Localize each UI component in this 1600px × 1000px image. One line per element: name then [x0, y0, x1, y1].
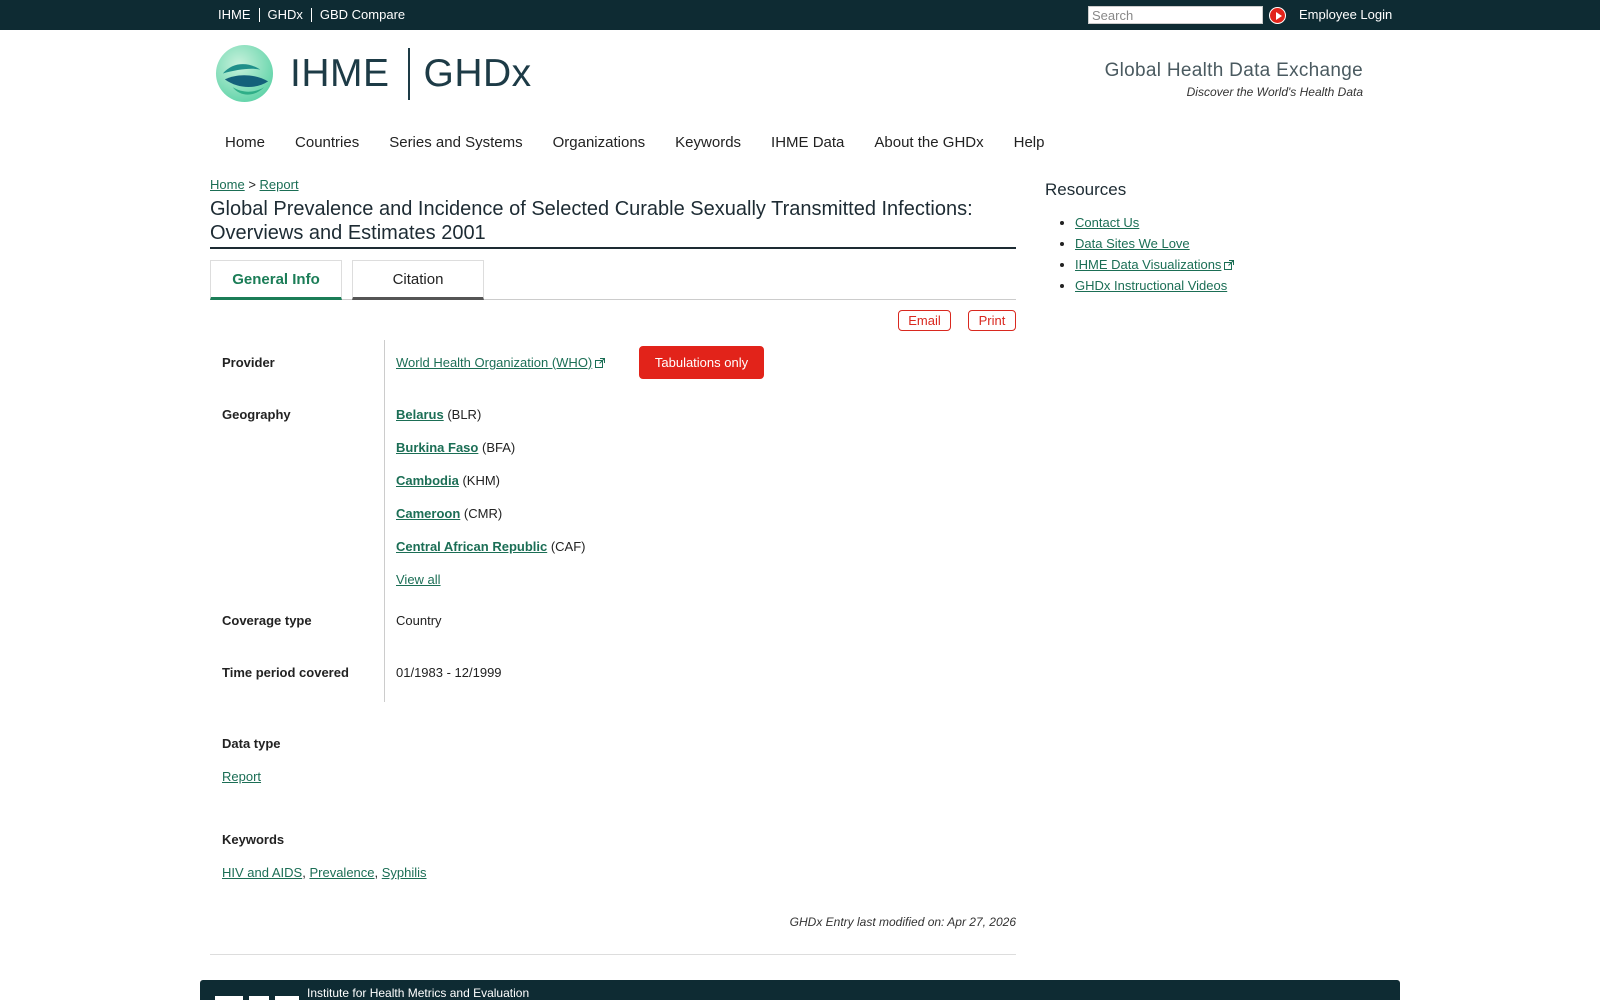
search-input[interactable]: [1088, 6, 1263, 24]
geography-link-cambodia[interactable]: Cambodia: [396, 473, 459, 488]
geography-item: Cameroon (CMR): [396, 506, 502, 521]
resource-item: GHDx Instructional Videos: [1075, 277, 1234, 298]
brand-divider: [407, 48, 410, 100]
email-button[interactable]: Email: [898, 310, 951, 331]
geography-label: Geography: [222, 407, 291, 422]
coverage-label: Coverage type: [222, 613, 312, 628]
brand-ihme: IHME: [290, 52, 390, 95]
resource-item: IHME Data Visualizations: [1075, 256, 1235, 277]
top-link-gbd-compare[interactable]: GBD Compare: [310, 8, 413, 22]
breadcrumb-report[interactable]: Report: [260, 177, 299, 192]
keyword-link-hiv-and-aids[interactable]: HIV and AIDS: [222, 865, 302, 880]
keyword-link-syphilis[interactable]: Syphilis: [382, 865, 427, 880]
print-button[interactable]: Print: [968, 310, 1016, 331]
resources-list: Contact Us Data Sites We Love IHME Data …: [1075, 214, 1235, 298]
tab-general-info[interactable]: General Info: [210, 260, 342, 300]
brand-ghdx: GHDx: [423, 52, 532, 95]
nav-help[interactable]: Help: [1014, 134, 1045, 151]
tagline-subtitle: Discover the World's Health Data: [1186, 85, 1363, 99]
time-period-label: Time period covered: [222, 665, 349, 680]
nav-about-the-ghdx[interactable]: About the GHDx: [874, 134, 983, 151]
geography-item: Burkina Faso (BFA): [396, 440, 515, 455]
breadcrumb-separator: >: [248, 177, 256, 192]
keyword-link-prevalence[interactable]: Prevalence: [309, 865, 374, 880]
nav-ihme-data[interactable]: IHME Data: [771, 134, 844, 151]
external-link-icon: [595, 358, 606, 368]
geography-link-cameroon[interactable]: Cameroon: [396, 506, 460, 521]
geography-item: Central African Republic (CAF): [396, 539, 586, 554]
provider-link[interactable]: World Health Organization (WHO): [396, 355, 592, 370]
data-type-value: Report: [222, 769, 261, 784]
resource-link-data-sites[interactable]: Data Sites We Love: [1075, 236, 1190, 251]
site-brand[interactable]: IHME GHDx: [290, 48, 532, 100]
play-icon: [1275, 11, 1282, 20]
geography-link-burkina-faso[interactable]: Burkina Faso: [396, 440, 478, 455]
geography-item: Cambodia (KHM): [396, 473, 500, 488]
resource-link-contact-us[interactable]: Contact Us: [1075, 215, 1139, 230]
external-link-icon: [1224, 260, 1235, 270]
geography-code: (CMR): [463, 506, 503, 521]
geography-code: (KHM): [462, 473, 501, 488]
content-bottom-rule: [210, 954, 1016, 955]
resource-item: Contact Us: [1075, 214, 1234, 235]
tagline-title: Global Health Data Exchange: [1104, 60, 1363, 81]
keyword-separator: ,: [302, 865, 306, 880]
nav-home[interactable]: Home: [225, 134, 265, 151]
breadcrumb: Home > Report: [210, 177, 299, 192]
nav-series-and-systems[interactable]: Series and Systems: [389, 134, 522, 151]
nav-keywords[interactable]: Keywords: [675, 134, 741, 151]
tab-citation[interactable]: Citation: [352, 260, 484, 300]
top-nav: IHME GHDx GBD Compare: [218, 0, 413, 30]
breadcrumb-home[interactable]: Home: [210, 177, 245, 192]
employee-login-link[interactable]: Employee Login: [1299, 7, 1392, 22]
top-link-ghdx[interactable]: GHDx: [258, 8, 311, 22]
footer-logo-icon: [215, 996, 299, 1000]
view-all-link[interactable]: View all: [396, 572, 441, 587]
ihme-logo-icon[interactable]: [215, 44, 274, 103]
resource-item: Data Sites We Love: [1075, 235, 1234, 256]
resources-title: Resources: [1045, 180, 1127, 199]
provider-label: Provider: [222, 355, 275, 370]
tabulations-only-badge[interactable]: Tabulations only: [639, 346, 764, 379]
provider-value: World Health Organization (WHO): [396, 355, 606, 370]
main-nav: Home Countries Series and Systems Organi…: [225, 134, 1074, 151]
coverage-value: Country: [396, 613, 442, 628]
nav-countries[interactable]: Countries: [295, 134, 359, 151]
top-link-ihme[interactable]: IHME: [218, 8, 259, 22]
geography-link-belarus[interactable]: Belarus: [396, 407, 444, 422]
geography-code: (BLR): [447, 407, 482, 422]
time-period-value: 01/1983 - 12/1999: [396, 665, 502, 680]
footer-institute-name: Institute for Health Metrics and Evaluat…: [307, 986, 530, 1000]
geography-link-central-african-republic[interactable]: Central African Republic: [396, 539, 547, 554]
view-all: View all: [396, 572, 441, 587]
data-type-label: Data type: [222, 736, 281, 751]
search-submit-button[interactable]: [1269, 7, 1286, 24]
footer: Institute for Health Metrics and Evaluat…: [200, 980, 1400, 1000]
page-title: Global Prevalence and Incidence of Selec…: [210, 197, 1016, 249]
resource-link-instructional-videos[interactable]: GHDx Instructional Videos: [1075, 278, 1227, 293]
info-divider: [384, 340, 385, 702]
geography-code: (BFA): [481, 440, 516, 455]
geography-item: Belarus (BLR): [396, 407, 481, 422]
keywords-label: Keywords: [222, 832, 285, 847]
geography-code: (CAF): [550, 539, 586, 554]
nav-organizations[interactable]: Organizations: [553, 134, 646, 151]
data-type-link[interactable]: Report: [222, 769, 261, 784]
keyword-separator: ,: [374, 865, 379, 880]
resource-link-ihme-data-viz[interactable]: IHME Data Visualizations: [1075, 257, 1221, 272]
last-modified: GHDx Entry last modified on: Apr 27, 202…: [789, 915, 1016, 929]
keywords-list: HIV and AIDS, Prevalence, Syphilis: [222, 865, 427, 880]
